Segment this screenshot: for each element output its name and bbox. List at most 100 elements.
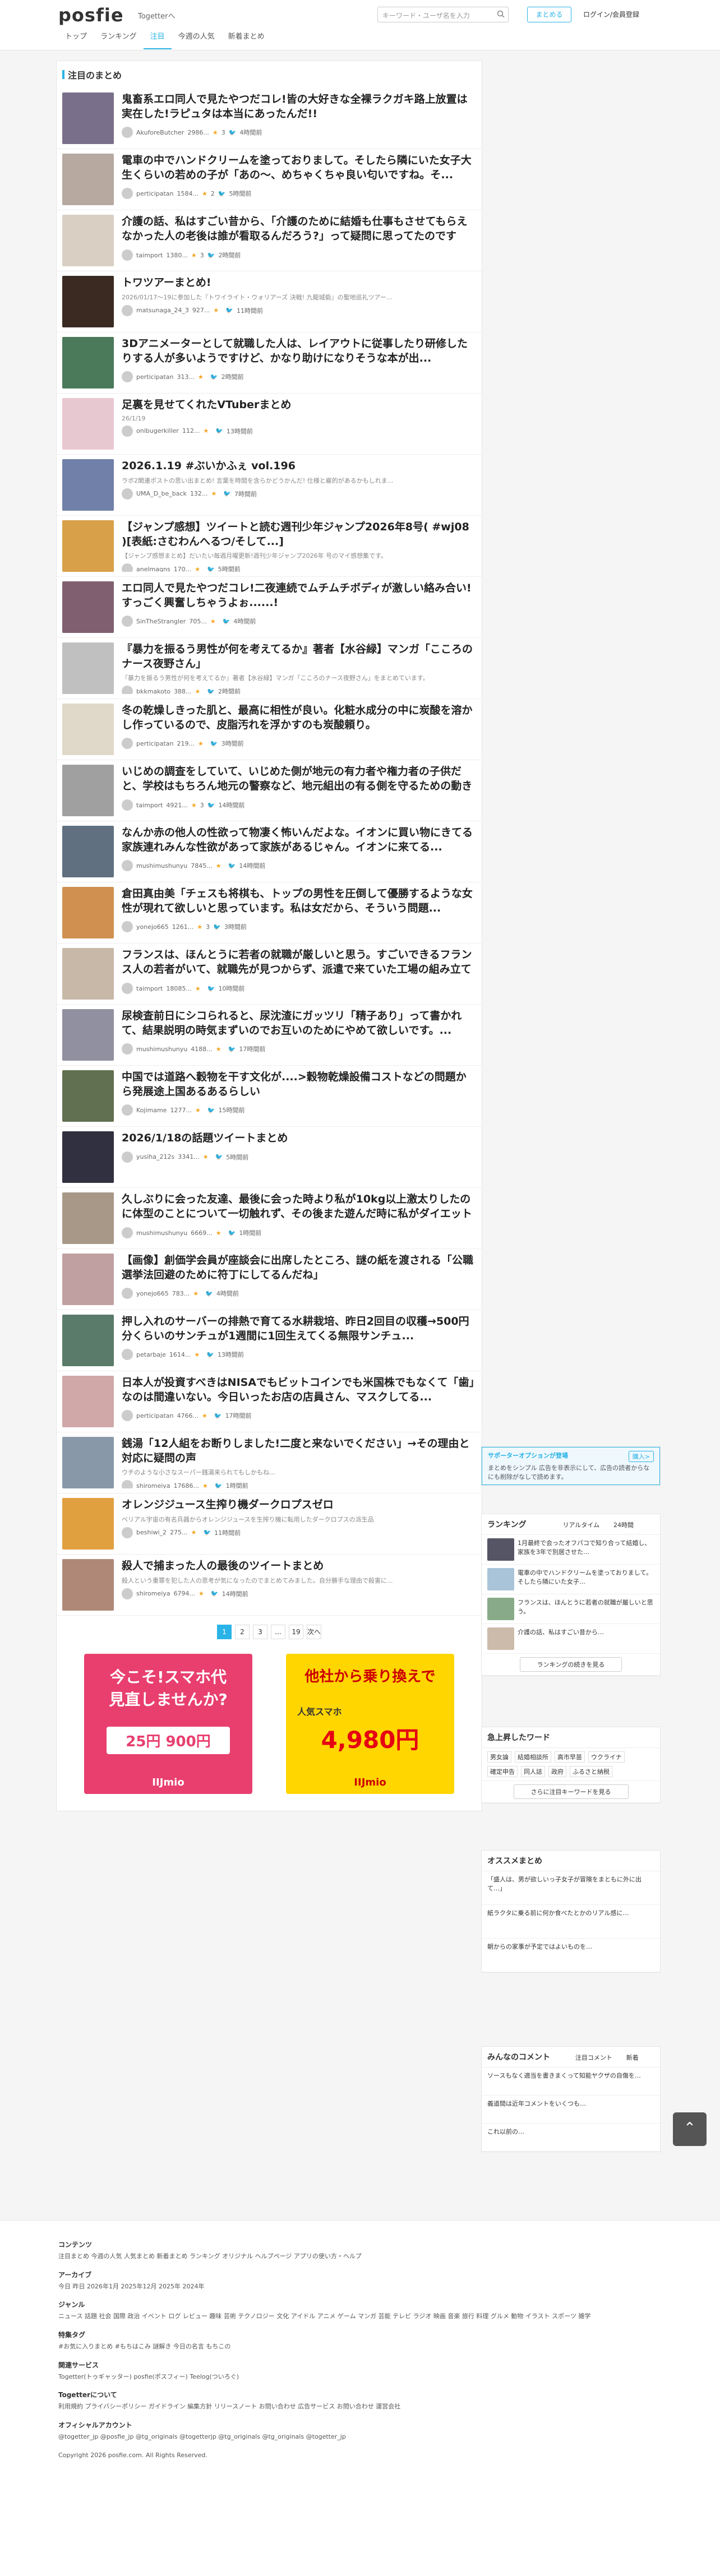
item-title[interactable]: 倉田真由美「チェスも将棋も、トップの男性を圧倒して優勝するような女性が現れて欲し… (122, 887, 476, 915)
item-thumbnail[interactable] (62, 1254, 114, 1305)
list-item[interactable]: 『暴力を振るう男性が何を考えてるか』著者【水谷緑】マンガ「こころのナース夜野さん… (57, 638, 482, 699)
keyword-more-button[interactable]: さらに注目キーワードを見る (513, 1784, 629, 1799)
ranking-item[interactable]: 1月最終で会ったオフパコで知り合って結婚し、家族を3年で別居させた… (482, 1535, 660, 1565)
item-thumbnail[interactable] (62, 1498, 114, 1550)
item-thumbnail[interactable] (62, 93, 114, 144)
avatar[interactable] (122, 188, 133, 200)
item-author[interactable]: matsunaga_24_3 (136, 307, 189, 314)
item-thumbnail[interactable] (62, 154, 114, 205)
list-item[interactable]: 【画像】創価学会員が座談会に出席したところ、謎の紙を渡される「公職選挙法回避のた… (57, 1249, 482, 1310)
keyword-tag[interactable]: ウクライナ (588, 1751, 625, 1763)
footer-links[interactable]: @togetter_jp @posfie_jp @tg_originals @t… (58, 2432, 662, 2443)
list-item[interactable]: 尿検査前日にシコられると、尿沈渣にガッツリ「精子あり」って書かれて、結果説明の時… (57, 1005, 482, 1066)
item-author[interactable]: Kojimame (136, 1107, 167, 1114)
item-thumbnail[interactable] (62, 276, 114, 327)
item-title[interactable]: 鬼畜系エロ同人で見たやつだコレ!皆の大好きな全裸ラクガキ路上放置は実在した!ラピ… (122, 93, 476, 121)
search-icon[interactable] (497, 10, 505, 18)
avatar[interactable] (122, 1410, 133, 1422)
item-title[interactable]: オレンジジュース生搾り機ダークロプスゼロ (122, 1498, 476, 1513)
list-item[interactable]: 銭湯「12人組をお断りしました!二度と来ないでください」→その理由と対応に疑問の… (57, 1432, 482, 1493)
item-thumbnail[interactable] (62, 459, 114, 511)
item-author[interactable]: shiromeiya (136, 1590, 170, 1597)
item-title[interactable]: 殺人で捕まった人の最後のツイートまとめ (122, 1559, 476, 1574)
item-author[interactable]: mushimushunyu (136, 1229, 187, 1237)
item-thumbnail[interactable] (62, 1315, 114, 1366)
item-author[interactable]: UMA_D_be_back (136, 490, 187, 497)
item-author[interactable]: petarbaje (136, 1351, 166, 1358)
avatar[interactable] (122, 425, 133, 437)
item-thumbnail[interactable] (62, 887, 114, 938)
site-logo[interactable]: posfie (58, 4, 124, 26)
item-thumbnail[interactable] (62, 642, 114, 694)
supporter-buy-button[interactable]: 購入> (628, 1451, 654, 1462)
item-author[interactable]: AkuforeButcher (136, 129, 184, 136)
item-author[interactable]: yusiha_212s (136, 1153, 174, 1160)
list-item[interactable]: 2026.1.19 #ぶいかふぇ vol.196 ラボ2関連ポストの思い出まとめ… (57, 455, 482, 516)
list-item[interactable]: エロ同人で見たやつだコレ!二夜連続でムチムチボディが激しい絡み合い!すっごく興奮… (57, 577, 482, 638)
avatar[interactable] (122, 686, 133, 694)
avatar[interactable] (122, 983, 133, 994)
item-author[interactable]: perticipatan (136, 373, 174, 381)
item-thumbnail[interactable] (62, 520, 114, 572)
avatar[interactable] (122, 921, 133, 933)
item-thumbnail[interactable] (62, 826, 114, 877)
footer-links[interactable]: #お気に入りまとめ #もちはこみ 謎解き 今日の名言 もちこの (58, 2342, 662, 2352)
item-title[interactable]: 足裏を見せてくれたVTuberまとめ (122, 398, 476, 413)
item-title[interactable]: 3Dアニメーターとして就職した人は、レイアウトに従事したり研修したりする人が多い… (122, 337, 476, 366)
item-title[interactable]: 冬の乾燥しきった肌と、最高に相性が良い。化粧水成分の中に炭酸を溶かし作っているの… (122, 704, 476, 732)
avatar[interactable] (122, 616, 133, 627)
item-title[interactable]: 押し入れのサーバーの排熱で育てる水耕栽培、昨日2回目の収穫→500円分くらいのサ… (122, 1315, 476, 1343)
scroll-to-top-button[interactable]: ⌃ (673, 2112, 707, 2146)
list-item[interactable]: 介護の話、私はすごい昔から、「介護のために結婚も仕事もさせてもらえなかった人の老… (57, 210, 482, 271)
avatar[interactable] (122, 1043, 133, 1055)
item-title[interactable]: 2026.1.19 #ぶいかふぇ vol.196 (122, 459, 476, 474)
item-thumbnail[interactable] (62, 765, 114, 816)
item-title[interactable]: 2026/1/18の話題ツイートまとめ (122, 1131, 476, 1146)
tab-weekly[interactable]: 今週の人気 (172, 29, 221, 49)
recommend-item[interactable]: 「盛人は、男が欲しいっ子女子が冒険をまともに外に出て…」 (482, 1871, 660, 1905)
item-title[interactable]: フランスは、ほんとうに若者の就職が厳しいと思う。すごいできるフランス人の若者がい… (122, 948, 476, 977)
tab-ranking[interactable]: ランキング (94, 29, 144, 49)
comments-tab-new[interactable]: 新着 (626, 2054, 639, 2061)
item-author[interactable]: perticipatan (136, 740, 174, 747)
list-item[interactable]: 冬の乾燥しきった肌と、最高に相性が良い。化粧水成分の中に炭酸を溶かし作っているの… (57, 699, 482, 760)
item-author[interactable]: taimport (136, 252, 163, 259)
item-title[interactable]: 【画像】創価学会員が座談会に出席したところ、謎の紙を渡される「公職選挙法回避のた… (122, 1254, 476, 1282)
list-item[interactable]: 久しぶりに会った友達、最後に会った時より私が10kg以上激太りしたのに体型のこと… (57, 1188, 482, 1249)
keyword-tag[interactable]: 確定申告 (487, 1766, 518, 1777)
item-thumbnail[interactable] (62, 1192, 114, 1244)
ranking-tab-realtime[interactable]: リアルタイム (562, 1521, 599, 1529)
footer-links[interactable]: 今日 昨日 2026年1月 2025年12月 2025年 2024年 (58, 2282, 662, 2292)
avatar[interactable] (122, 1349, 133, 1361)
comment-item[interactable]: 義道間は近年コメントをいくつも… (482, 2096, 660, 2124)
ranking-more-button[interactable]: ランキングの続きを見る (519, 1657, 622, 1672)
avatar[interactable] (122, 1288, 133, 1299)
page-19[interactable]: 19 (288, 1625, 303, 1639)
avatar[interactable] (122, 799, 133, 811)
ad-banner-1[interactable]: 今こそ!スマホ代 見直しませんか? 25円 900円 IIJmio (84, 1654, 252, 1794)
search-input[interactable]: キーワード・ユーザ名を入力 (377, 7, 509, 22)
item-author[interactable]: mushimushunyu (136, 1046, 187, 1053)
list-item[interactable]: なんか赤の他人の性欲って物凄く怖いんだよな。イオンに買い物にきてる家族連れみんな… (57, 821, 482, 882)
item-title[interactable]: 日本人が投資すべきはNISAでもビットコインでも米国株でもなくて「歯」なのは間違… (122, 1376, 476, 1404)
keyword-tag[interactable]: 結婚相談所 (515, 1751, 551, 1763)
comment-item[interactable]: これ以前の… (482, 2124, 660, 2152)
supporter-title[interactable]: サポーターオプションが登場 (488, 1452, 568, 1459)
page-next[interactable]: 次へ (306, 1625, 321, 1639)
list-item[interactable]: 中国では道路へ穀物を干す文化が....>穀物乾燥設備コストなどの問題から発展途上… (57, 1066, 482, 1127)
item-author[interactable]: bkkmakoto (136, 688, 170, 694)
item-author[interactable]: taimport (136, 985, 163, 992)
avatar[interactable] (122, 304, 133, 316)
comment-item[interactable]: ソースもなく適当を書きまくって知能ヤクザの自傷を… (482, 2068, 660, 2096)
item-author[interactable]: onibugerkiller (136, 427, 179, 434)
list-item[interactable]: 鬼畜系エロ同人で見たやつだコレ!皆の大好きな全裸ラクガキ路上放置は実在した!ラピ… (57, 88, 482, 149)
list-item[interactable]: 押し入れのサーバーの排熱で育てる水耕栽培、昨日2回目の収穫→500円分くらいのサ… (57, 1310, 482, 1371)
keyword-tag[interactable]: 同人誌 (521, 1766, 545, 1777)
avatar[interactable] (122, 1527, 133, 1538)
item-author[interactable]: taimport (136, 802, 163, 809)
footer-links[interactable]: Togetter(トゥギャッター) posfie(ポスフィー) Teelog(つ… (58, 2372, 662, 2383)
item-thumbnail[interactable] (62, 1559, 114, 1611)
tab-top[interactable]: トップ (58, 29, 94, 49)
item-author[interactable]: anelmagns (136, 566, 170, 572)
page-3[interactable]: 3 (252, 1625, 267, 1639)
